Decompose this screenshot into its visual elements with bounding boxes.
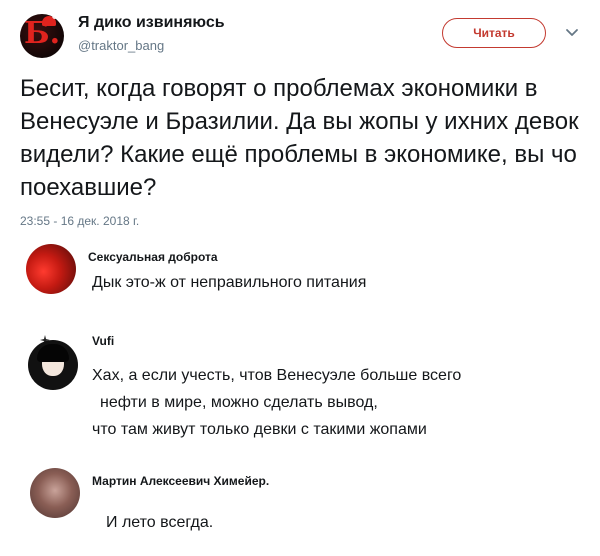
- author-name[interactable]: Я дико извиняюсь: [78, 14, 225, 32]
- comment-text: И лето всегда.: [106, 514, 214, 531]
- avatar-hair: [37, 344, 69, 362]
- author-avatar[interactable]: Б.: [20, 14, 64, 58]
- commenter-name[interactable]: Сексуальная доброта: [88, 250, 218, 264]
- comment-text-line: Хах, а если учесть, чтов Венесуэле больш…: [92, 367, 462, 384]
- commenter-avatar[interactable]: [30, 468, 80, 518]
- chevron-down-icon[interactable]: [564, 24, 580, 40]
- commenter-name[interactable]: Vufi: [92, 334, 114, 348]
- comment-text: Дык это-ж от неправильного питания: [92, 274, 367, 291]
- santa-hat-icon: [42, 14, 58, 26]
- commenter-avatar[interactable]: [26, 244, 76, 294]
- comment-text-line: что там живут только девки с такими жопа…: [92, 421, 427, 438]
- commenter-avatar[interactable]: [28, 340, 78, 390]
- follow-button[interactable]: Читать: [442, 18, 546, 48]
- comment-text-line: нефти в мире, можно сделать вывод,: [100, 394, 378, 411]
- commenter-name[interactable]: Мартин Алексеевич Химейер.: [92, 474, 269, 488]
- tweet-timestamp[interactable]: 23:55 - 16 дек. 2018 г.: [20, 214, 139, 228]
- author-handle[interactable]: @traktor_bang: [78, 38, 164, 53]
- tweet-text: Бесит, когда говорят о проблемах экономи…: [20, 75, 579, 201]
